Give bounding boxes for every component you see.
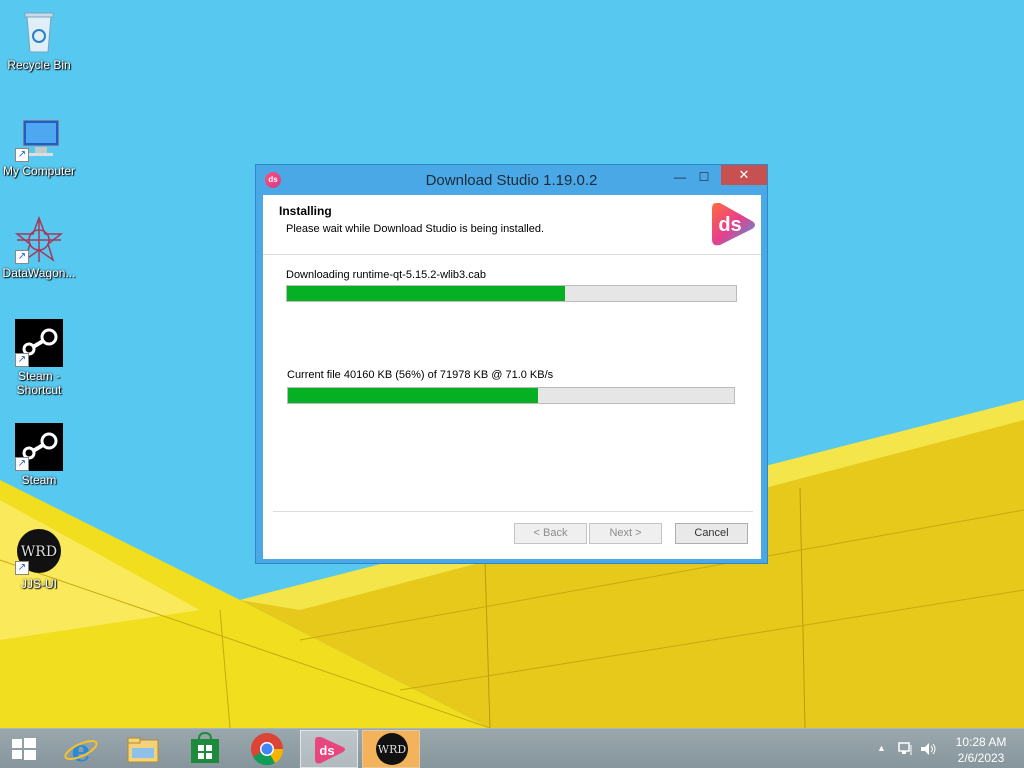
steam-icon: ↗ bbox=[15, 423, 63, 471]
desktop-icon-label: Steam bbox=[21, 473, 57, 487]
start-button[interactable] bbox=[0, 730, 48, 768]
title-bar[interactable]: ds Download Studio 1.19.0.2 — ☐ ✕ bbox=[256, 165, 767, 195]
overall-progress-fill bbox=[287, 286, 566, 301]
clock-date[interactable]: 2/6/2023 bbox=[945, 751, 1017, 765]
internet-explorer-icon: e bbox=[64, 734, 98, 768]
maximize-button[interactable]: ☐ bbox=[692, 167, 716, 187]
desktop-icon-my-computer[interactable]: ↗ My Computer bbox=[0, 114, 78, 178]
desktop: Recycle Bin ↗ My Computer ↗ DataWagon...… bbox=[0, 0, 1024, 728]
desktop-icon-steam[interactable]: ↗ Steam bbox=[0, 423, 78, 487]
shortcut-arrow-icon: ↗ bbox=[15, 250, 29, 264]
svg-text:WRD: WRD bbox=[378, 743, 407, 756]
logo-text: ds bbox=[718, 214, 741, 236]
desktop-icon-jjs-ui[interactable]: WRD ↗ JJS-UI bbox=[0, 527, 78, 591]
clock-time[interactable]: 10:28 AM bbox=[945, 735, 1017, 749]
svg-text:e: e bbox=[71, 734, 90, 768]
download-studio-logo-icon: ds bbox=[710, 199, 756, 249]
file-progress-fill bbox=[288, 388, 538, 403]
taskbar-jjs-ui[interactable]: WRD bbox=[362, 730, 420, 768]
shortcut-arrow-icon: ↗ bbox=[15, 561, 29, 575]
taskbar-internet-explorer[interactable]: e bbox=[52, 730, 110, 768]
recycle-bin-icon bbox=[15, 8, 63, 56]
taskbar-file-explorer[interactable] bbox=[114, 730, 172, 768]
taskbar-download-studio[interactable]: ds bbox=[300, 730, 358, 768]
shortcut-arrow-icon: ↗ bbox=[15, 457, 29, 471]
shortcut-arrow-icon: ↗ bbox=[15, 148, 29, 162]
datawagon-icon: ↗ bbox=[14, 215, 64, 264]
file-progress-bar bbox=[287, 387, 735, 404]
desktop-icon-label: JJS-UI bbox=[21, 577, 57, 591]
desktop-icon-steam-shortcut[interactable]: ↗ Steam - Shortcut bbox=[0, 319, 78, 397]
cancel-button[interactable]: Cancel bbox=[675, 523, 748, 544]
taskbar-store[interactable] bbox=[176, 730, 234, 768]
status-text: Downloading runtime-qt-5.15.2-wlib3.cab bbox=[286, 269, 486, 281]
desktop-icon-datawagon[interactable]: ↗ DataWagon... bbox=[0, 215, 78, 280]
volume-icon[interactable] bbox=[919, 741, 937, 760]
header-title: Installing bbox=[279, 204, 332, 218]
desktop-icon-label: My Computer bbox=[2, 164, 76, 178]
dialog-body: Installing Please wait while Download St… bbox=[263, 195, 761, 559]
show-hidden-icons-button[interactable]: ▲ bbox=[877, 743, 886, 753]
file-explorer-icon bbox=[127, 737, 159, 763]
steam-icon: ↗ bbox=[15, 319, 63, 367]
minimize-button[interactable]: — bbox=[668, 167, 692, 187]
dialog-header: Installing Please wait while Download St… bbox=[263, 195, 761, 255]
file-status-text: Current file 40160 KB (56%) of 71978 KB … bbox=[287, 369, 554, 381]
taskbar-chrome[interactable] bbox=[238, 730, 296, 768]
desktop-icon-label: DataWagon... bbox=[2, 266, 76, 280]
network-icon[interactable] bbox=[897, 741, 915, 760]
jjs-ui-icon: WRD bbox=[376, 733, 408, 765]
windows-start-icon bbox=[12, 738, 36, 760]
desktop-icon-recycle-bin[interactable]: Recycle Bin bbox=[0, 8, 78, 72]
computer-icon: ↗ bbox=[15, 114, 63, 162]
download-studio-icon: ds bbox=[315, 737, 345, 764]
installer-window: ds Download Studio 1.19.0.2 — ☐ ✕ Instal… bbox=[255, 164, 768, 564]
footer-divider bbox=[273, 511, 753, 512]
desktop-icon-label: Steam - Shortcut bbox=[16, 369, 62, 397]
next-button[interactable]: Next > bbox=[589, 523, 662, 544]
back-button[interactable]: < Back bbox=[514, 523, 587, 544]
taskbar: e ds WRD ▲ 10:28 AM 2/6/2023 bbox=[0, 728, 1024, 768]
svg-text:ds: ds bbox=[319, 743, 334, 758]
overall-progress-bar bbox=[286, 285, 737, 302]
shortcut-arrow-icon: ↗ bbox=[15, 353, 29, 367]
close-button[interactable]: ✕ bbox=[721, 165, 767, 185]
jjs-ui-icon: WRD ↗ bbox=[15, 527, 63, 575]
chrome-icon bbox=[251, 733, 284, 766]
desktop-icon-label: Recycle Bin bbox=[7, 58, 71, 72]
store-icon bbox=[191, 731, 219, 763]
header-subtitle: Please wait while Download Studio is bei… bbox=[286, 223, 545, 235]
svg-text:WRD: WRD bbox=[21, 544, 57, 560]
